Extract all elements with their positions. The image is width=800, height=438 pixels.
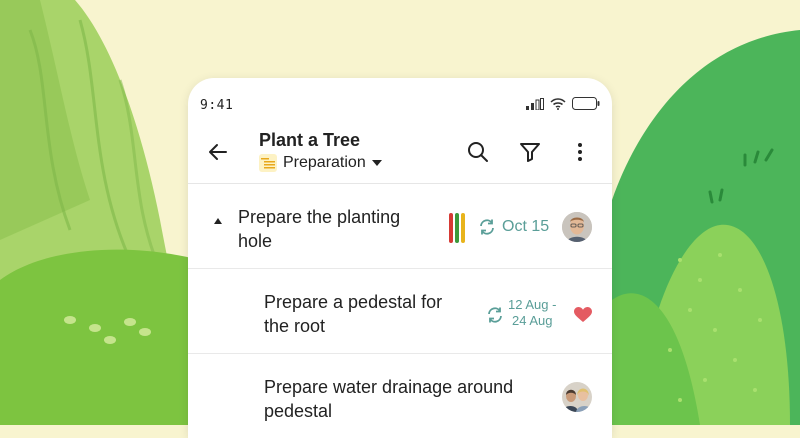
task-title-line: Prepare a pedestal for [264,292,443,312]
search-icon[interactable] [466,140,490,164]
repeat-icon [488,307,502,323]
list-icon [259,154,277,172]
priority-bar-green [455,213,459,243]
more-vertical-icon[interactable] [568,140,592,164]
status-bar: 9:41 [188,78,612,118]
task-title-line: hole [238,231,273,251]
task-title-line: pedestal [264,401,333,421]
section-label: Preparation [283,154,366,171]
task-row[interactable]: Prepare water drainage around pedestal [188,354,612,438]
date-range-end: 24 Aug [511,313,553,328]
task-title: Prepare the planting hole [238,205,400,253]
task-row[interactable]: Prepare a pedestal for the root 12 Aug -… [188,269,612,354]
wifi-icon [550,97,566,110]
chevron-down-icon [371,160,382,166]
collapse-caret-icon[interactable] [214,218,222,224]
date-range-start: 12 Aug - [508,297,557,312]
date-range[interactable]: 12 Aug - 24 Aug [508,297,556,329]
page-title: Plant a Tree [259,130,361,150]
app-bar: Plant a Tree Preparation [188,118,612,184]
status-icons [526,97,600,110]
avatar[interactable] [562,212,592,242]
task-title: Prepare a pedestal for the root [264,290,442,338]
priority-bar-red [449,213,453,243]
filter-icon[interactable] [518,140,542,164]
due-date[interactable]: Oct 15 [502,218,549,236]
task-title-line: Prepare the planting [238,207,401,227]
signal-icon [526,97,544,110]
priority-bars [449,213,465,243]
avatar-group[interactable] [562,382,592,412]
status-time: 9:41 [200,98,234,113]
arrow-left-icon[interactable] [206,140,230,164]
section-selector[interactable]: Preparation [259,154,382,172]
task-title-line: Prepare water drainage around [264,377,514,397]
task-row[interactable]: Prepare the planting hole Oct 15 [188,184,612,269]
task-title: Prepare water drainage around pedestal [264,375,513,423]
priority-bar-yellow [461,213,465,243]
battery-icon [572,97,600,110]
heart-icon[interactable] [574,307,592,323]
repeat-icon [480,219,494,235]
task-title-line: the root [264,316,326,336]
phone-frame: 9:41 Plant a Tree Preparation Prepare th… [188,78,612,438]
